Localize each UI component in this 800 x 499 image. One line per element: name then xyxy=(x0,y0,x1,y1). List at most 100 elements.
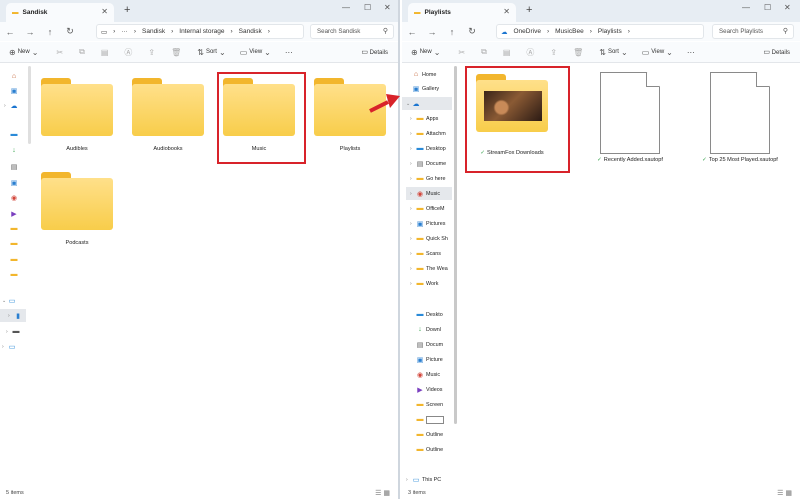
new-button[interactable]: ⊕ New ⌄ xyxy=(9,48,40,57)
sidebar-item-folder[interactable]: ▬ xyxy=(4,253,26,266)
cut-button[interactable]: ✂ xyxy=(458,48,467,57)
sidebar-item-drive[interactable]: › ▬ xyxy=(6,325,26,338)
address-bar[interactable]: ▭ › ··· › Sandisk › Internal storage › Sandis… xyxy=(96,24,304,39)
address-bar[interactable]: ☁ OneDrive › MusicBee › Playlists › xyxy=(496,24,704,39)
more-button[interactable]: ··· xyxy=(285,48,295,57)
share-button[interactable]: ⇪ xyxy=(550,48,559,57)
sidebar-item-desktop[interactable]: › ▬ Desktop xyxy=(410,142,452,155)
refresh-icon[interactable]: ↻ xyxy=(462,26,482,37)
sidebar-item-documents[interactable]: ▤ xyxy=(4,160,26,173)
sort-button[interactable]: ⇅ Sort ⌄ xyxy=(599,48,629,57)
sidebar-item-onedrive[interactable]: › ☁ xyxy=(4,99,26,112)
sidebar-item-downloads[interactable]: ↓ xyxy=(4,144,26,157)
sidebar-item-apps[interactable]: › ▬ Apps xyxy=(410,112,452,125)
sidebar-item-folder[interactable]: ▬ xyxy=(4,268,26,281)
cut-button[interactable]: ✂ xyxy=(56,48,65,57)
view-button[interactable]: ▭ View ⌄ xyxy=(642,48,675,57)
close-window-icon[interactable]: ✕ xyxy=(784,3,791,12)
sidebar-item-music[interactable]: ◉ xyxy=(4,191,26,204)
sidebar-item-this-pc[interactable]: › ▭ This PC xyxy=(406,473,452,486)
refresh-icon[interactable]: ↻ xyxy=(60,26,80,37)
rename-button[interactable]: Ⓐ xyxy=(526,47,536,58)
new-button[interactable]: ⊕ New ⌄ xyxy=(411,48,442,57)
sidebar-item-attachments[interactable]: › ▬ Attachm xyxy=(410,127,452,140)
delete-button[interactable]: 🗑 xyxy=(573,48,585,57)
breadcrumb-item[interactable]: Sandisk xyxy=(142,28,165,35)
folder-item[interactable]: Audiobooks xyxy=(126,78,210,152)
sidebar-item-officem[interactable]: › ▬ OfficeM xyxy=(410,202,452,215)
sidebar-item-documents[interactable]: › ▤ Docume xyxy=(410,157,452,170)
view-button[interactable]: ▭ View ⌄ xyxy=(240,48,273,57)
search-input[interactable]: Search Playlists ⚲ xyxy=(712,24,794,39)
sidebar-item-music[interactable]: › ◉ Music xyxy=(406,187,452,200)
maximize-icon[interactable]: ☐ xyxy=(764,3,771,12)
details-button[interactable]: ▭ Details xyxy=(763,48,790,56)
share-button[interactable]: ⇪ xyxy=(148,48,157,57)
sidebar-item-screenshots-pinned[interactable]: ▬ Screen xyxy=(410,398,452,411)
tab-playlists[interactable]: ▬ Playlists ✕ xyxy=(408,3,516,22)
forward-icon[interactable]: → xyxy=(20,27,40,37)
sidebar-item-desktop[interactable]: ▬ xyxy=(4,128,26,141)
copy-button[interactable]: ⧉ xyxy=(481,47,489,57)
search-input[interactable]: Search Sandisk ⚲ xyxy=(310,24,394,39)
sidebar-item-the-wea[interactable]: › ▬ The Wea xyxy=(410,262,452,275)
sidebar-item-videos[interactable]: ▶ xyxy=(4,207,26,220)
more-button[interactable]: ··· xyxy=(687,48,697,57)
sidebar-item-sandisk[interactable]: › ▮ xyxy=(0,309,26,322)
sidebar-item-work[interactable]: › ▬ Work xyxy=(410,277,452,290)
sidebar-item-outline-pinned[interactable]: ▬ Outline xyxy=(410,428,452,441)
breadcrumb-item[interactable]: Sandisk xyxy=(239,28,262,35)
folder-item[interactable]: Audibles xyxy=(35,78,119,152)
sidebar-item-videos-pinned[interactable]: ▶ Videos xyxy=(410,383,452,396)
paste-button[interactable]: ▤ xyxy=(101,48,111,57)
sidebar-item-home[interactable]: ⌂ xyxy=(4,70,26,83)
breadcrumb-item[interactable]: Internal storage xyxy=(179,28,224,35)
up-icon[interactable]: ↑ xyxy=(442,27,462,37)
file-item[interactable]: ✓ Recently Added.xautopf xyxy=(580,72,680,163)
minimize-icon[interactable]: — xyxy=(342,3,350,12)
new-tab-button[interactable]: + xyxy=(124,4,130,16)
sidebar-scrollbar[interactable] xyxy=(28,66,31,144)
rename-field[interactable] xyxy=(426,415,444,424)
sidebar-item-gallery[interactable]: ▣ xyxy=(4,84,26,97)
sidebar-item-folder[interactable]: ▬ xyxy=(4,222,26,235)
sidebar-item-quick-share[interactable]: › ▬ Quick Sh xyxy=(410,232,452,245)
up-icon[interactable]: ↑ xyxy=(40,27,60,37)
close-window-icon[interactable]: ✕ xyxy=(384,3,391,12)
sidebar-item-gallery[interactable]: ▣ Gallery xyxy=(406,82,452,95)
breadcrumb-item[interactable]: MusicBee xyxy=(555,28,584,35)
minimize-icon[interactable]: — xyxy=(742,3,750,12)
sidebar-item-scans[interactable]: › ▬ Scans xyxy=(410,247,452,260)
breadcrumb-item[interactable]: OneDrive xyxy=(514,28,541,35)
sidebar-item-pictures-pinned[interactable]: ▣ Picture xyxy=(410,353,452,366)
sidebar-item-folder[interactable]: ▬ xyxy=(4,237,26,250)
maximize-icon[interactable]: ☐ xyxy=(364,3,371,12)
back-icon[interactable]: ← xyxy=(402,27,422,37)
sidebar-item-documents-pinned[interactable]: ▤ Docum xyxy=(410,338,452,351)
sidebar-item-outline-pinned[interactable]: ▬ Outline xyxy=(410,443,452,456)
close-icon[interactable]: ✕ xyxy=(101,7,108,16)
details-button[interactable]: ▭ Details xyxy=(361,48,388,56)
file-item[interactable]: ✓ Top 25 Most Played.xautopf xyxy=(690,72,790,163)
sidebar-item-rename-pinned[interactable]: ▬ xyxy=(410,413,452,426)
folder-item[interactable]: Podcasts xyxy=(35,172,119,246)
close-icon[interactable]: ✕ xyxy=(503,7,510,16)
delete-button[interactable]: 🗑 xyxy=(171,48,183,57)
rename-button[interactable]: Ⓐ xyxy=(124,47,134,58)
sort-button[interactable]: ⇅ Sort ⌄ xyxy=(197,48,227,57)
forward-icon[interactable]: → xyxy=(422,27,442,37)
sidebar-item-go-here[interactable]: › ▬ Go here xyxy=(410,172,452,185)
view-toggle-icon[interactable]: ☰ ▦ xyxy=(375,489,390,497)
sidebar-item-desktop-pinned[interactable]: ▬ Deskto xyxy=(410,308,452,321)
breadcrumb-item[interactable]: Playlists xyxy=(598,28,622,35)
back-icon[interactable]: ← xyxy=(0,27,20,37)
sidebar-item-downloads-pinned[interactable]: ↓ Downl xyxy=(410,323,452,336)
new-tab-button[interactable]: + xyxy=(526,4,532,16)
view-toggle-icon[interactable]: ☰ ▦ xyxy=(777,489,792,497)
sidebar-item-pictures[interactable]: ▣ xyxy=(4,176,26,189)
tab-sandisk[interactable]: ▬ Sandisk ✕ xyxy=(6,3,114,22)
sidebar-item-music-pinned[interactable]: ◉ Music xyxy=(410,368,452,381)
sidebar-item-home[interactable]: ⌂ Home xyxy=(406,68,452,81)
paste-button[interactable]: ▤ xyxy=(503,48,513,57)
sidebar-scrollbar[interactable] xyxy=(454,66,457,424)
